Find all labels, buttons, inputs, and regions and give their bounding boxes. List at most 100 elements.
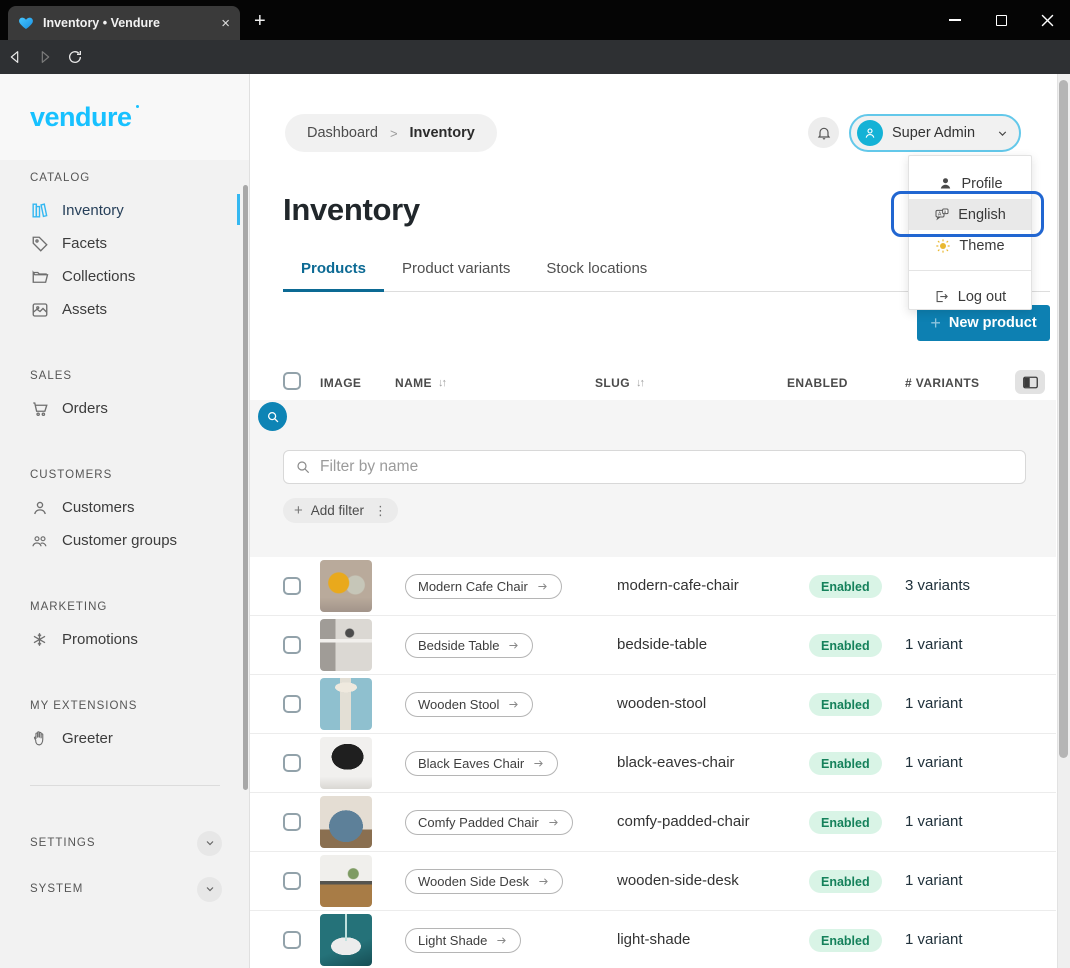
chevron-down-icon [996, 127, 1009, 140]
breadcrumb[interactable]: Dashboard > Inventory [285, 114, 497, 152]
variant-count: 1 variant [905, 872, 963, 889]
row-checkbox[interactable] [283, 931, 301, 949]
add-filter-button[interactable]: + Add filter ⋮ [283, 498, 398, 523]
product-name-link[interactable]: Black Eaves Chair [405, 751, 558, 776]
arrow-right-icon [532, 758, 545, 769]
column-name[interactable]: NAME↓↑ [395, 376, 445, 390]
sidebar-section-settings[interactable]: SETTINGS [30, 820, 222, 866]
search-toggle-button[interactable] [258, 402, 287, 431]
table-row: Wooden Stool wooden-stool Enabled 1 vari… [250, 675, 1056, 734]
close-window-button[interactable] [1024, 0, 1070, 40]
sidebar-item-facets[interactable]: Facets [30, 227, 249, 260]
product-name-link[interactable]: Modern Cafe Chair [405, 574, 562, 599]
arrow-right-icon [547, 817, 560, 828]
section-marketing: MARKETING Promotions [30, 601, 249, 656]
table-row: Wooden Side Desk wooden-side-desk Enable… [250, 852, 1056, 911]
sidebar-item-inventory[interactable]: Inventory [30, 194, 249, 227]
sidebar-item-customers[interactable]: Customers [30, 491, 249, 524]
vendure-logo[interactable]: vendure [0, 74, 249, 160]
product-name-link[interactable]: Wooden Side Desk [405, 869, 563, 894]
menu-item-profile[interactable]: Profile [909, 168, 1031, 199]
tab-product-variants[interactable]: Product variants [384, 260, 528, 291]
product-rows: Modern Cafe Chair modern-cafe-chair Enab… [250, 557, 1056, 968]
column-slug[interactable]: SLUG↓↑ [595, 376, 643, 390]
page-scrollbar[interactable] [1057, 74, 1070, 968]
row-checkbox[interactable] [283, 636, 301, 654]
sidebar-item-promotions[interactable]: Promotions [30, 623, 249, 656]
tab-stock-locations[interactable]: Stock locations [528, 260, 665, 291]
sidebar-item-collections[interactable]: Collections [30, 260, 249, 293]
minimize-button[interactable] [932, 0, 978, 40]
row-checkbox[interactable] [283, 872, 301, 890]
reload-icon[interactable] [60, 43, 90, 71]
row-checkbox[interactable] [283, 754, 301, 772]
product-name: Wooden Stool [418, 697, 499, 712]
arrow-right-icon [536, 581, 549, 592]
chevron-down-icon[interactable] [197, 831, 222, 856]
menu-item-language[interactable]: aA English [909, 199, 1031, 230]
table-row: Black Eaves Chair black-eaves-chair Enab… [250, 734, 1056, 793]
sidebar-item-greeter[interactable]: Greeter [30, 722, 249, 755]
user-icon [30, 498, 49, 517]
product-thumbnail[interactable] [320, 737, 372, 789]
user-menu-button[interactable]: Super Admin [849, 114, 1021, 152]
sidebar-scrollbar[interactable] [243, 185, 248, 790]
row-checkbox[interactable] [283, 577, 301, 595]
cart-icon [30, 399, 49, 418]
sun-icon [935, 238, 951, 254]
table-row: Comfy Padded Chair comfy-padded-chair En… [250, 793, 1056, 852]
sidebar-item-orders[interactable]: Orders [30, 392, 249, 425]
product-slug: wooden-side-desk [617, 872, 739, 889]
user-avatar [857, 120, 883, 146]
vendure-favicon-icon [18, 15, 34, 31]
user-dropdown-menu: Profile aA English Theme [908, 155, 1032, 310]
sidebar-item-customer-groups[interactable]: Customer groups [30, 524, 249, 557]
product-thumbnail[interactable] [320, 855, 372, 907]
kebab-menu-icon[interactable]: ⋮ [374, 503, 387, 519]
product-thumbnail[interactable] [320, 678, 372, 730]
product-thumbnail[interactable] [320, 796, 372, 848]
sidebar-divider [30, 785, 220, 786]
column-settings-button[interactable] [1015, 370, 1045, 394]
browser-toolbar: ! localhost:3000/admin/catalog/inventory [0, 40, 1070, 74]
menu-item-logout[interactable]: Log out [909, 281, 1031, 312]
select-all-checkbox[interactable] [283, 372, 301, 390]
tab-products[interactable]: Products [283, 260, 384, 291]
product-name-link[interactable]: Comfy Padded Chair [405, 810, 573, 835]
sidebar-item-assets[interactable]: Assets [30, 293, 249, 326]
product-name: Modern Cafe Chair [418, 579, 528, 594]
close-tab-icon[interactable]: × [221, 16, 230, 31]
breadcrumb-dashboard[interactable]: Dashboard [307, 125, 378, 141]
forward-icon[interactable] [30, 43, 60, 71]
table-row: Bedside Table bedside-table Enabled 1 va… [250, 616, 1056, 675]
product-name-link[interactable]: Bedside Table [405, 633, 533, 658]
product-name-link[interactable]: Light Shade [405, 928, 521, 953]
filter-by-name-input[interactable] [320, 458, 1014, 476]
browser-tab[interactable]: Inventory • Vendure × [8, 6, 240, 40]
menu-divider [909, 270, 1031, 271]
new-tab-button[interactable]: + [254, 10, 266, 33]
product-thumbnail[interactable] [320, 914, 372, 966]
product-slug: black-eaves-chair [617, 754, 735, 771]
section-label: CATALOG [30, 172, 249, 184]
section-customers: CUSTOMERS Customers Customer groups [30, 469, 249, 557]
product-thumbnail[interactable] [320, 560, 372, 612]
sidebar-section-system[interactable]: SYSTEM [30, 866, 222, 912]
scrollbar-thumb[interactable] [1059, 80, 1068, 758]
back-icon[interactable] [0, 43, 30, 71]
menu-item-theme[interactable]: Theme [909, 230, 1031, 261]
folder-icon [30, 267, 49, 286]
product-thumbnail[interactable] [320, 619, 372, 671]
product-name-link[interactable]: Wooden Stool [405, 692, 533, 717]
filter-input-wrap[interactable] [283, 450, 1026, 484]
user-icon [937, 176, 953, 192]
variant-count: 1 variant [905, 636, 963, 653]
chevron-down-icon[interactable] [197, 877, 222, 902]
notifications-button[interactable] [808, 117, 839, 148]
maximize-button[interactable] [978, 0, 1024, 40]
user-name: Super Admin [892, 125, 987, 141]
row-checkbox[interactable] [283, 813, 301, 831]
plus-icon: + [930, 313, 941, 334]
library-icon [30, 201, 49, 220]
row-checkbox[interactable] [283, 695, 301, 713]
